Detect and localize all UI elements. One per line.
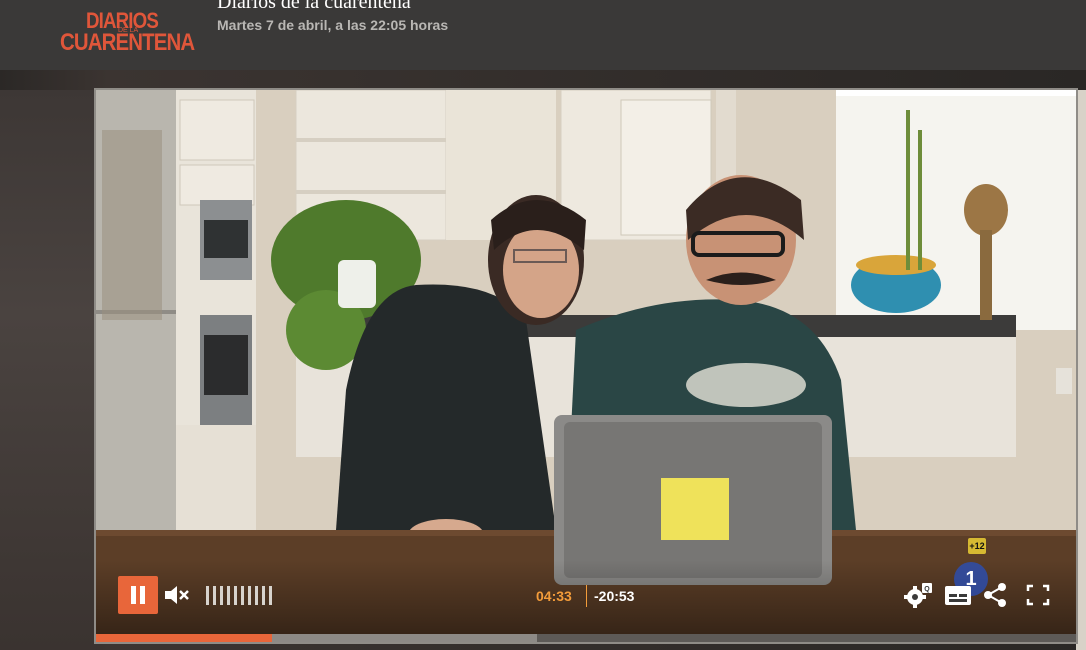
current-time: 04:33	[536, 588, 572, 604]
blurred-backdrop-left	[0, 90, 96, 650]
volume-slider[interactable]	[206, 586, 278, 606]
progress-bar[interactable]	[96, 634, 1076, 642]
svg-text:Q: Q	[924, 586, 930, 593]
volume-bar	[234, 586, 237, 605]
time-divider	[586, 585, 587, 607]
settings-icon[interactable]: Q	[902, 580, 934, 610]
age-rating-badge: +12	[968, 538, 986, 554]
volume-bar	[269, 586, 272, 605]
volume-bar	[206, 586, 209, 605]
volume-bar	[227, 586, 230, 605]
volume-bar	[255, 586, 258, 605]
muted-speaker-icon[interactable]	[162, 583, 190, 607]
subtitles-icon[interactable]	[942, 580, 974, 610]
program-logo[interactable]: DIARIOS DE LA CUARENTENA	[60, 10, 200, 56]
program-title: Diarios de la cuarentena	[217, 0, 411, 13]
volume-bar	[262, 586, 265, 605]
logo-line-2: CUARENTENA	[60, 29, 195, 56]
site-header: DIARIOS DE LA CUARENTENA Diarios de la c…	[0, 0, 1086, 70]
pause-icon	[131, 586, 145, 604]
volume-bar	[241, 586, 244, 605]
volume-bar	[220, 586, 223, 605]
remaining-time: -20:53	[594, 588, 635, 604]
pause-button[interactable]	[118, 576, 158, 614]
volume-bar	[248, 586, 251, 605]
broadcast-date: Martes 7 de abril, a las 22:05 horas	[217, 17, 449, 33]
share-icon[interactable]	[980, 580, 1012, 610]
volume-bar	[213, 586, 216, 605]
fullscreen-icon[interactable]	[1022, 580, 1054, 610]
played-progress	[96, 634, 272, 642]
video-player[interactable]: +12 1 04:33 -20:53 Q	[94, 88, 1078, 644]
